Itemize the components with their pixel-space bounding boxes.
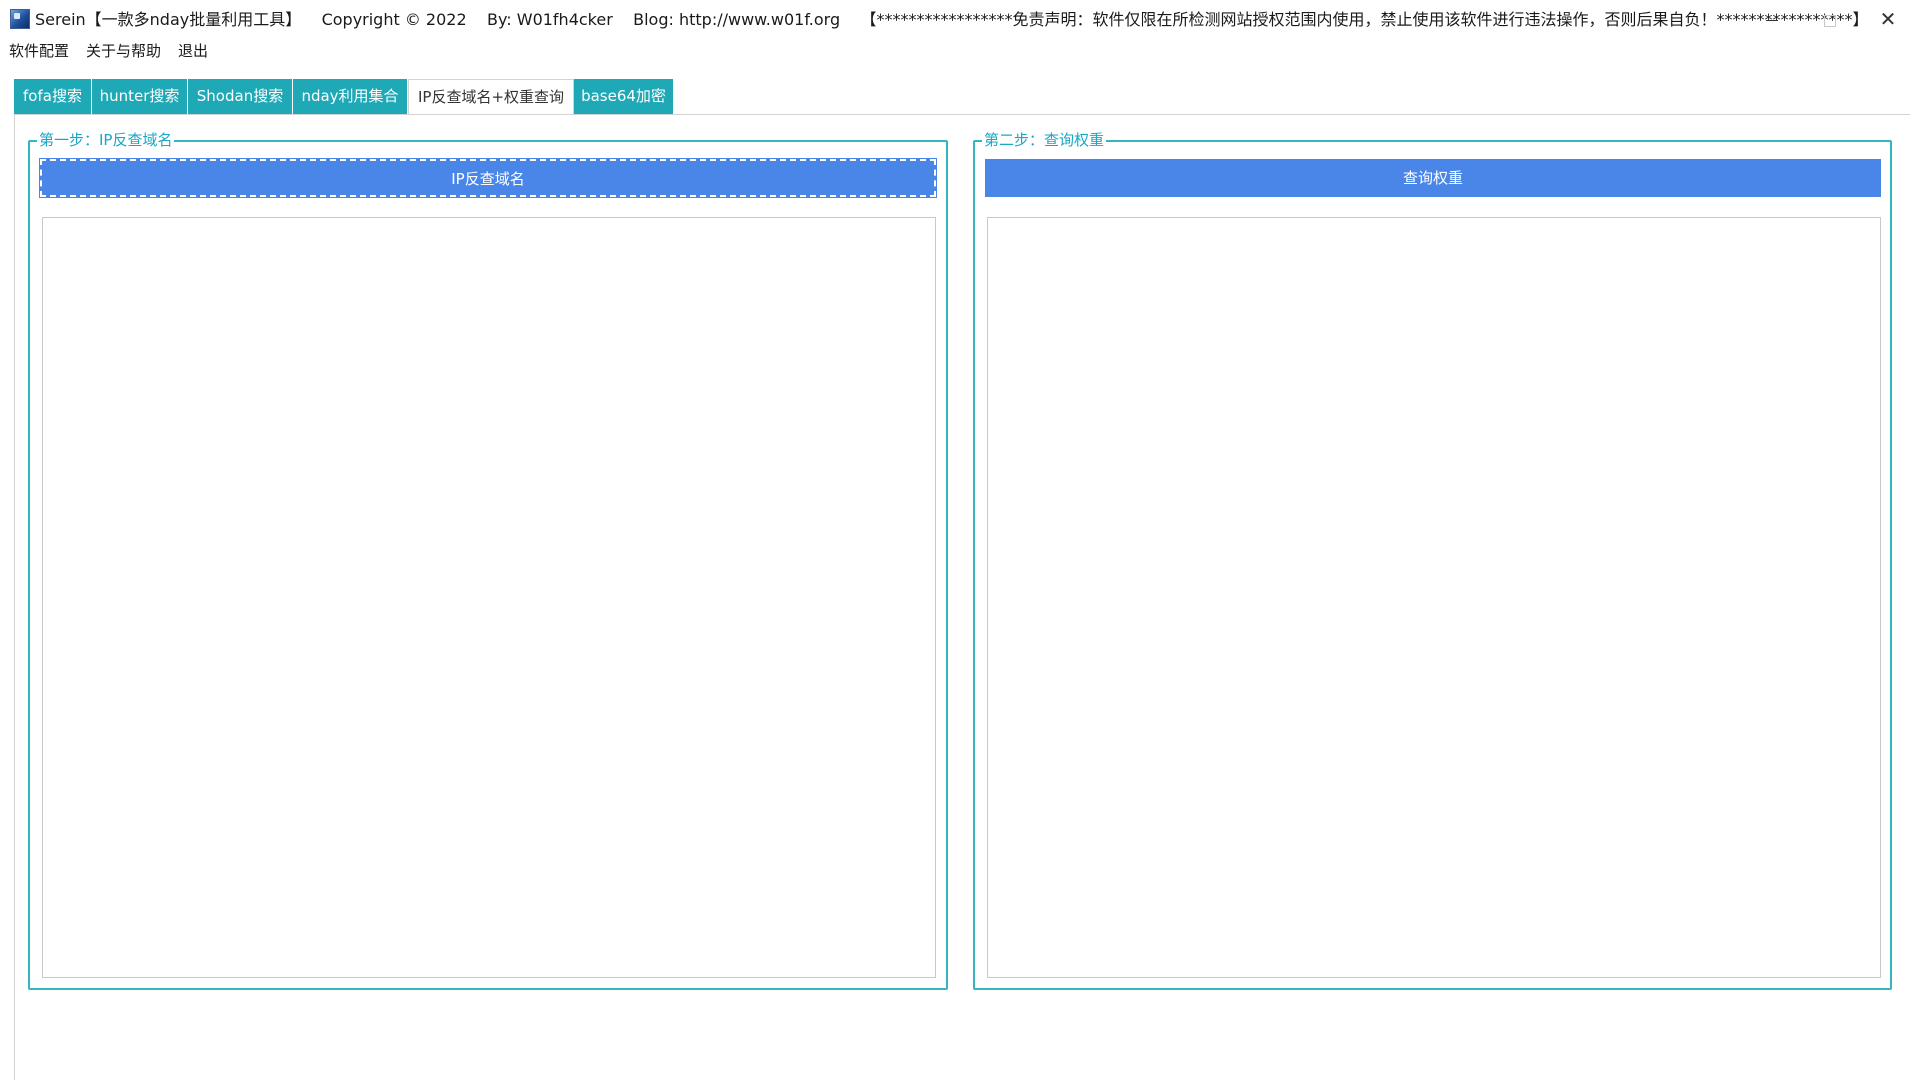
close-button[interactable]: ✕ bbox=[1859, 0, 1910, 39]
title-bar: Serein【一款多nday批量利用工具】 Copyright © 2022 B… bbox=[0, 0, 1910, 40]
tab-ip-reverse-weight[interactable]: IP反查域名+权重查询 bbox=[408, 79, 574, 115]
menu-about-help[interactable]: 关于与帮助 bbox=[86, 39, 161, 63]
menu-software-config[interactable]: 软件配置 bbox=[9, 39, 69, 63]
step2-title: 第二步：查询权重 bbox=[982, 130, 1107, 150]
step1-title: 第一步：IP反查域名 bbox=[37, 130, 175, 150]
maximize-button[interactable] bbox=[1801, 0, 1859, 39]
close-icon: ✕ bbox=[1879, 7, 1897, 31]
app-icon bbox=[10, 9, 30, 29]
step2-output-textarea[interactable] bbox=[987, 217, 1881, 978]
ip-reverse-domain-button[interactable]: IP反查域名 bbox=[39, 158, 937, 198]
maximize-icon bbox=[1824, 14, 1836, 27]
menu-exit[interactable]: 退出 bbox=[178, 39, 208, 63]
tab-shodan-search[interactable]: Shodan搜索 bbox=[188, 79, 293, 114]
query-weight-button[interactable]: 查询权重 bbox=[985, 159, 1881, 197]
tab-base64-encode[interactable]: base64加密 bbox=[574, 79, 674, 114]
step1-output-textarea[interactable] bbox=[42, 217, 936, 978]
step2-groupbox: 第二步：查询权重 查询权重 bbox=[973, 130, 1892, 990]
tab-hunter-search[interactable]: hunter搜索 bbox=[92, 79, 188, 114]
tab-fofa-search[interactable]: fofa搜索 bbox=[14, 79, 92, 114]
menu-bar: 软件配置 关于与帮助 退出 bbox=[0, 39, 1910, 63]
step1-groupbox: 第一步：IP反查域名 IP反查域名 bbox=[28, 130, 948, 990]
tab-nday-exploits[interactable]: nday利用集合 bbox=[293, 79, 408, 114]
minimize-button[interactable] bbox=[1743, 0, 1801, 39]
window-title: Serein【一款多nday批量利用工具】 Copyright © 2022 B… bbox=[35, 10, 1869, 29]
minimize-icon bbox=[1766, 20, 1778, 21]
